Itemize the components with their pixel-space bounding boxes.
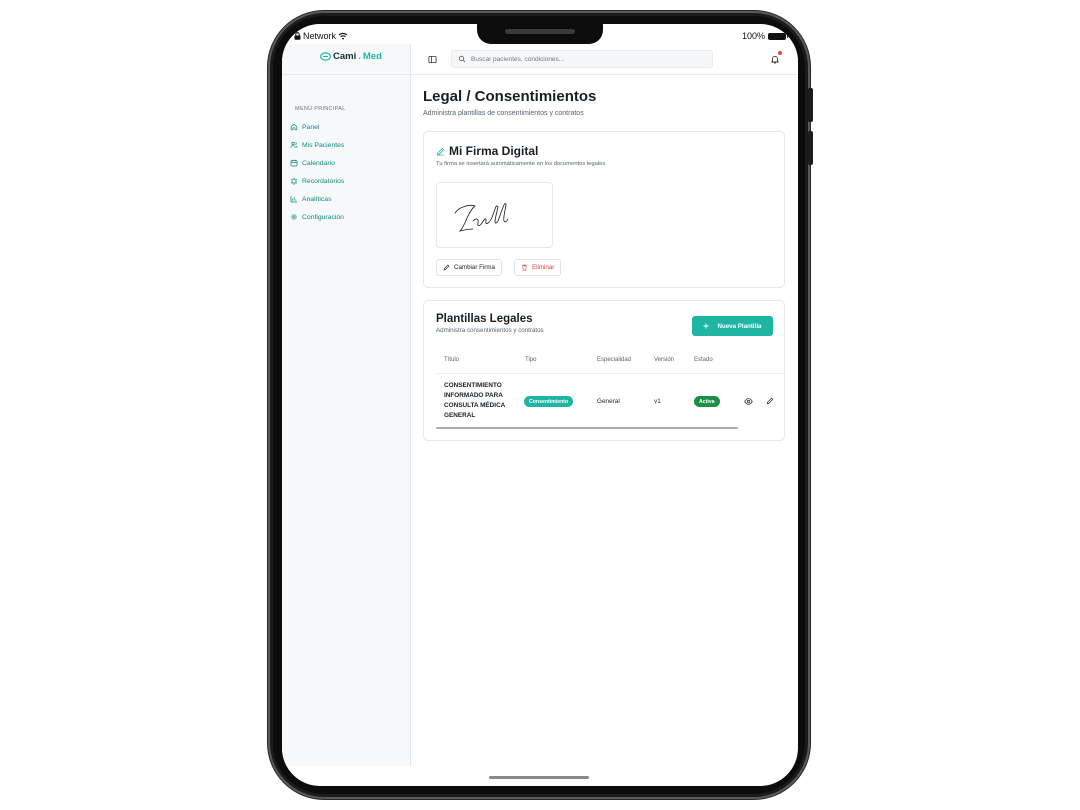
- digital-signature-card: Mi Firma Digital Tu firma se insertará a…: [423, 131, 785, 288]
- notification-dot: [778, 51, 782, 55]
- templates-title: Plantillas Legales: [436, 313, 533, 325]
- signature-preview: [436, 182, 553, 248]
- menu-heading: MENÚ PRINCIPAL: [295, 106, 346, 112]
- signature-title-text: Mi Firma Digital: [449, 144, 539, 158]
- network-label: Network: [303, 31, 337, 41]
- pen-icon: [436, 147, 445, 155]
- sidebar-item-label: Mis Pacientes: [302, 141, 345, 149]
- status-battery: 100%: [741, 31, 788, 41]
- brand-name-part1: Cami: [333, 51, 357, 62]
- plus-icon: [703, 323, 709, 329]
- home-indicator[interactable]: [489, 776, 589, 779]
- change-signature-label: Cambiar Firma: [454, 264, 495, 271]
- brand-logo[interactable]: Cami. Med: [320, 51, 382, 62]
- eye-icon[interactable]: [744, 397, 753, 406]
- template-version: v1: [654, 398, 661, 405]
- top-bar: [411, 44, 798, 75]
- template-row-title: CONSENTIMIENTO INFORMADO PARA CONSULTA M…: [444, 382, 506, 419]
- column-header-specialty[interactable]: Especialidad: [597, 357, 631, 363]
- wifi-icon: [338, 32, 348, 40]
- column-header-status[interactable]: Estado: [694, 357, 713, 363]
- template-specialty: General: [597, 398, 620, 405]
- sidebar-divider: [282, 74, 411, 75]
- pencil-icon: [443, 264, 450, 271]
- column-header-type[interactable]: Tipo: [525, 357, 536, 363]
- column-header-version[interactable]: Versión: [654, 357, 674, 363]
- home-icon: [290, 123, 298, 131]
- brand-name-dot: .: [358, 51, 361, 62]
- volume-up-button: [808, 88, 813, 122]
- delete-signature-label: Eliminar: [532, 264, 555, 271]
- legal-templates-card: Plantillas Legales Administra consentimi…: [423, 300, 785, 441]
- sidebar-item-label: Calendario: [302, 159, 335, 167]
- handwritten-signature-image: [454, 203, 509, 232]
- sidebar-item-settings[interactable]: Configuración: [290, 208, 344, 226]
- search-bar[interactable]: [451, 50, 713, 68]
- users-icon: [290, 141, 298, 148]
- status-network: Network: [294, 31, 348, 41]
- tablet-screen: Network 100% Cami. Med MENÚ PRINCIPAL Pan…: [282, 24, 798, 786]
- change-signature-button[interactable]: Cambiar Firma: [436, 259, 502, 276]
- delete-signature-button[interactable]: Eliminar: [514, 259, 562, 276]
- speaker-grille: [505, 29, 575, 34]
- brand-name-part2: Med: [362, 51, 382, 62]
- page-subtitle: Administra plantillas de consentimientos…: [423, 110, 584, 117]
- calendar-icon: [290, 159, 298, 167]
- battery-percent: 100%: [741, 31, 765, 41]
- page-title: Legal / Consentimientos: [423, 88, 597, 105]
- signature-title: Mi Firma Digital: [436, 144, 538, 158]
- new-template-label: Nueva Plantilla: [717, 322, 762, 330]
- sidebar-item-label: Panel: [302, 123, 320, 131]
- sidebar-item-analytics[interactable]: Analíticas: [290, 190, 344, 208]
- search-input[interactable]: [471, 55, 701, 63]
- gear-icon: [290, 213, 298, 221]
- edit-pencil-icon[interactable]: [766, 397, 774, 405]
- volume-down-button: [808, 131, 813, 165]
- alarm-icon: [290, 177, 298, 185]
- camera-notch: [477, 24, 603, 44]
- table-horizontal-scrollbar[interactable]: [436, 427, 738, 429]
- sidebar-item-label: Recordatorios: [302, 177, 345, 185]
- sidebar-item-patients[interactable]: Mis Pacientes: [290, 136, 344, 154]
- main-content: Legal / Consentimientos Administra plant…: [411, 75, 798, 766]
- template-type-badge: Consentimiento: [524, 396, 574, 407]
- main-nav: Panel Mis Pacientes Calendario Recordato…: [290, 118, 344, 226]
- sidebar-item-label: Analíticas: [302, 195, 332, 203]
- sidebar-item-calendar[interactable]: Calendario: [290, 154, 344, 172]
- sidebar: Cami. Med MENÚ PRINCIPAL Panel Mis Pacien…: [282, 44, 411, 766]
- sidebar-item-panel[interactable]: Panel: [290, 118, 344, 136]
- battery-icon: [768, 32, 788, 40]
- search-icon: [458, 55, 466, 63]
- trash-icon: [522, 264, 527, 271]
- stethoscope-logo-icon: [320, 52, 331, 61]
- signature-description: Tu firma se insertará automáticamente en…: [436, 161, 606, 167]
- bar-chart-icon: [290, 195, 298, 203]
- template-status-badge: Activa: [694, 396, 720, 407]
- lock-icon: [294, 32, 301, 40]
- templates-description: Administra consentimientos y contratos: [436, 327, 544, 334]
- bell-icon[interactable]: [770, 54, 780, 64]
- column-header-title[interactable]: Título: [444, 357, 459, 363]
- sidebar-item-label: Configuración: [302, 213, 344, 221]
- sidebar-toggle-icon[interactable]: [428, 55, 437, 64]
- new-template-button[interactable]: Nueva Plantilla: [692, 316, 773, 336]
- sidebar-item-reminders[interactable]: Recordatorios: [290, 172, 344, 190]
- table-header-divider: [436, 373, 784, 374]
